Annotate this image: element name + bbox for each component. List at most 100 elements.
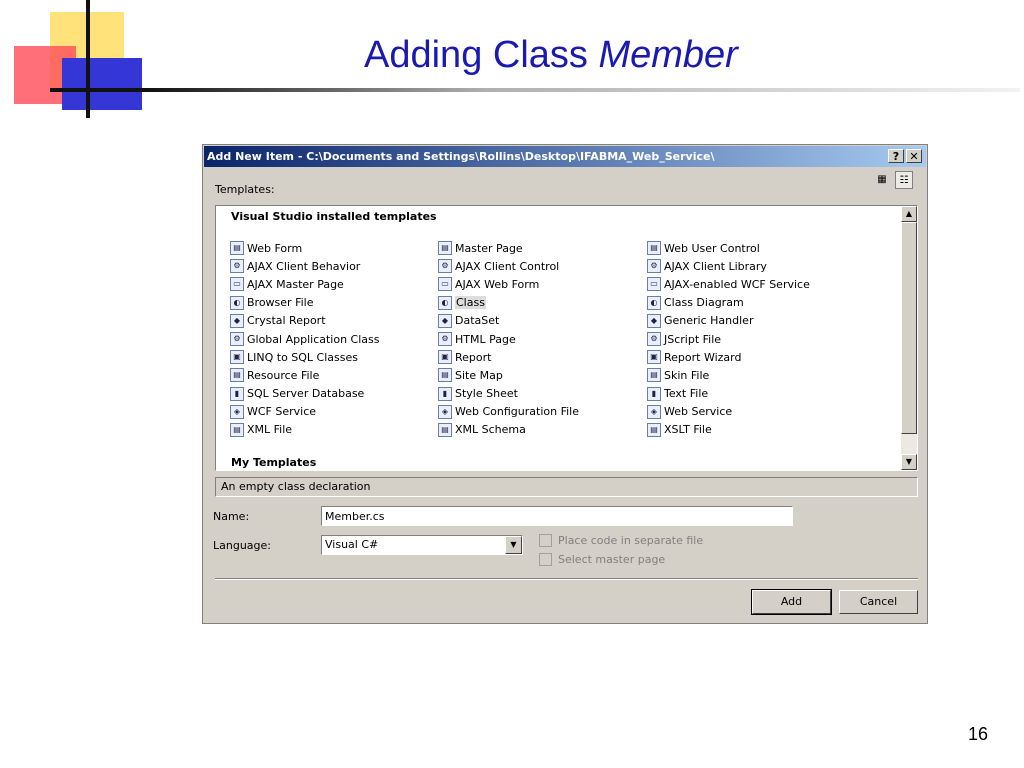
- web-form-icon: ▤: [230, 241, 244, 256]
- template-item-label: XSLT File: [664, 423, 712, 437]
- style-sheet-icon: ▮: [438, 386, 452, 401]
- template-item[interactable]: ◆ Generic Handler: [647, 312, 810, 330]
- cancel-button[interactable]: Cancel: [839, 590, 918, 614]
- language-select[interactable]: Visual C# ▼: [321, 535, 523, 555]
- checkbox-box[interactable]: [539, 553, 552, 566]
- web-service-icon: ◈: [647, 404, 661, 419]
- slide-title-emphasis: Member: [598, 34, 738, 76]
- template-item[interactable]: ▤ Web Form: [230, 239, 379, 257]
- template-item-label: AJAX Client Control: [455, 259, 560, 273]
- template-item[interactable]: ▤ XSLT File: [647, 421, 810, 439]
- template-item[interactable]: ⚙ AJAX Client Behavior: [230, 257, 379, 275]
- template-item[interactable]: ◈ Web Configuration File: [438, 403, 579, 421]
- template-item[interactable]: ▤ Master Page: [438, 239, 579, 257]
- group-header-my-templates: My Templates: [231, 456, 317, 469]
- template-item[interactable]: ▮ SQL Server Database: [230, 385, 379, 403]
- template-item-label: Report Wizard: [664, 350, 742, 364]
- template-item[interactable]: ◆ Crystal Report: [230, 312, 379, 330]
- template-item[interactable]: ⚙ HTML Page: [438, 330, 579, 348]
- template-item-label: AJAX-enabled WCF Service: [664, 277, 810, 291]
- template-item-label: Web Configuration File: [455, 405, 579, 419]
- template-item[interactable]: ▤ XML Schema: [438, 421, 579, 439]
- small-icons-view-icon[interactable]: ☷: [895, 171, 913, 189]
- add-button[interactable]: Add: [751, 589, 832, 615]
- slide-title: Adding Class Member: [364, 34, 738, 77]
- resource-file-icon: ▤: [230, 368, 244, 383]
- template-item-label: Generic Handler: [664, 314, 754, 328]
- web-config-icon: ◈: [438, 404, 452, 419]
- template-item[interactable]: ▤ XML File: [230, 421, 379, 439]
- template-item[interactable]: ⚙ Global Application Class: [230, 330, 379, 348]
- template-item[interactable]: ◈ WCF Service: [230, 403, 379, 421]
- template-item-label: AJAX Client Behavior: [247, 259, 361, 273]
- template-item[interactable]: ▤ Resource File: [230, 366, 379, 384]
- template-item[interactable]: ▤ Site Map: [438, 366, 579, 384]
- template-item[interactable]: ◐ Browser File: [230, 294, 379, 312]
- template-item[interactable]: ◈ Web Service: [647, 403, 810, 421]
- template-item[interactable]: ▮ Text File: [647, 385, 810, 403]
- template-item-label: AJAX Client Library: [664, 259, 767, 273]
- template-item-label: Web Service: [664, 405, 733, 419]
- template-item[interactable]: ◐ Class: [438, 294, 579, 312]
- template-item[interactable]: ⚙ AJAX Client Control: [438, 257, 579, 275]
- language-label: Language:: [213, 539, 271, 552]
- template-item[interactable]: ▣ Report Wizard: [647, 348, 810, 366]
- template-item-label: AJAX Master Page: [247, 277, 344, 291]
- dialog-title-bar[interactable]: Add New Item - C:\Documents and Settings…: [204, 146, 926, 167]
- ajax-wcf-service-icon: ▭: [647, 277, 661, 292]
- help-button[interactable]: ?: [888, 149, 904, 163]
- template-item-label: SQL Server Database: [247, 387, 365, 401]
- dataset-icon: ◆: [438, 313, 452, 328]
- templates-column-2: ▤ Master Page ⚙ AJAX Client Control ▭ AJAX We…: [438, 239, 579, 439]
- global-application-class-icon: ⚙: [230, 332, 244, 347]
- scroll-down-arrow-icon[interactable]: ▼: [901, 454, 917, 470]
- checkbox-box[interactable]: [539, 534, 552, 547]
- place-code-separate-label: Place code in separate file: [558, 534, 704, 547]
- decor-blue-block: [62, 58, 142, 110]
- name-input[interactable]: [321, 506, 793, 526]
- template-item[interactable]: ⚙ AJAX Client Library: [647, 257, 810, 275]
- html-page-icon: ⚙: [438, 332, 452, 347]
- template-item[interactable]: ▮ Style Sheet: [438, 385, 579, 403]
- wcf-service-icon: ◈: [230, 404, 244, 419]
- place-code-separate-checkbox[interactable]: Place code in separate file: [539, 534, 703, 547]
- templates-scrollbar[interactable]: ▲ ▼: [901, 206, 917, 470]
- large-icons-view-icon[interactable]: ▦: [873, 171, 891, 189]
- templates-label: Templates:: [215, 183, 275, 196]
- template-item[interactable]: ◐ Class Diagram: [647, 294, 810, 312]
- scroll-up-arrow-icon[interactable]: ▲: [901, 206, 917, 222]
- template-item-label: LINQ to SQL Classes: [247, 350, 358, 364]
- template-item[interactable]: ▭ AJAX Web Form: [438, 275, 579, 293]
- xslt-file-icon: ▤: [647, 422, 661, 437]
- template-item[interactable]: ▣ LINQ to SQL Classes: [230, 348, 379, 366]
- close-button[interactable]: ✕: [906, 149, 922, 163]
- generic-handler-icon: ◆: [647, 313, 661, 328]
- template-item[interactable]: ▭ AJAX-enabled WCF Service: [647, 275, 810, 293]
- slide-title-plain: Adding Class: [364, 34, 599, 76]
- master-page-icon: ▤: [438, 241, 452, 256]
- chevron-down-icon[interactable]: ▼: [505, 536, 522, 554]
- name-label: Name:: [213, 510, 250, 523]
- template-item[interactable]: ⚙ JScript File: [647, 330, 810, 348]
- template-item[interactable]: ▤ Skin File: [647, 366, 810, 384]
- template-item[interactable]: ▣ Report: [438, 348, 579, 366]
- linq-to-sql-icon: ▣: [230, 350, 244, 365]
- view-toggle: ▦ ☷: [873, 171, 915, 191]
- template-item-label: Crystal Report: [247, 314, 326, 328]
- site-map-icon: ▤: [438, 368, 452, 383]
- language-value: Visual C#: [325, 538, 379, 551]
- slide-number: 16: [968, 724, 989, 744]
- template-item-label: Resource File: [247, 368, 320, 382]
- xml-file-icon: ▤: [230, 422, 244, 437]
- template-item[interactable]: ◆ DataSet: [438, 312, 579, 330]
- divider: [215, 578, 918, 580]
- ajax-client-control-icon: ⚙: [438, 259, 452, 274]
- template-item-label: Class Diagram: [664, 296, 744, 310]
- select-master-page-checkbox[interactable]: Select master page: [539, 553, 665, 566]
- jscript-file-icon: ⚙: [647, 332, 661, 347]
- ajax-client-library-icon: ⚙: [647, 259, 661, 274]
- template-item[interactable]: ▭ AJAX Master Page: [230, 275, 379, 293]
- template-item[interactable]: ▤ Web User Control: [647, 239, 810, 257]
- scroll-thumb[interactable]: [901, 222, 917, 434]
- template-item-label: Class: [455, 296, 486, 310]
